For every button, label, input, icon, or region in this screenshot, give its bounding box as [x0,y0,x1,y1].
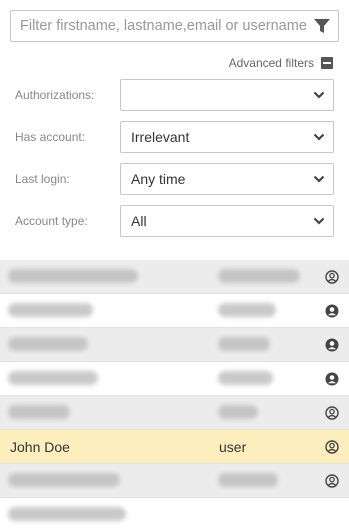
account-type-select[interactable]: All [120,205,334,237]
user-row[interactable] [0,362,349,396]
redacted-username [218,405,258,419]
user-row[interactable] [0,396,349,430]
user-circle-solid-icon [325,304,339,318]
user-row[interactable] [0,260,349,294]
redacted-name [8,405,70,419]
chevron-down-icon [313,133,325,141]
filter-authorizations: Authorizations: [0,79,349,111]
authorizations-select[interactable] [120,79,334,111]
user-name: John Doe [10,439,70,455]
last-login-value: Any time [131,171,186,187]
authorizations-label: Authorizations: [15,88,95,102]
redacted-username [218,337,270,351]
account-type-label: Account type: [15,214,88,228]
user-circle-outline-icon [325,270,339,284]
redacted-name [8,303,93,317]
user-circle-outline-icon [325,440,339,454]
user-row-selected[interactable]: John Doe user [0,430,349,464]
user-username: user [219,439,247,455]
chevron-down-icon [313,217,325,225]
has-account-value: Irrelevant [131,129,190,145]
redacted-username [218,473,278,487]
user-circle-outline-icon [325,406,339,420]
user-circle-solid-icon [325,338,339,352]
account-type-value: All [131,213,147,229]
redacted-name [8,269,138,283]
user-circle-solid-icon [325,372,339,386]
redacted-username [218,371,273,385]
redacted-username [218,303,276,317]
search-box [10,10,339,42]
has-account-label: Has account: [15,130,86,144]
filter-account-type: Account type: All [0,205,349,237]
user-row[interactable] [0,498,349,531]
user-row[interactable] [0,294,349,328]
redacted-username [218,269,300,283]
chevron-down-icon [313,175,325,183]
user-row[interactable] [0,328,349,362]
search-input[interactable] [11,11,307,41]
advanced-filters-label: Advanced filters [228,56,314,70]
redacted-name [8,371,98,385]
chevron-down-icon [313,91,325,99]
minus-square-icon [321,57,333,69]
advanced-filters-toggle[interactable]: Advanced filters [229,55,333,71]
redacted-name [8,507,126,521]
redacted-name [8,473,120,487]
filter-last-login: Last login: Any time [0,163,349,195]
last-login-label: Last login: [15,172,70,186]
has-account-select[interactable]: Irrelevant [120,121,334,153]
redacted-name [8,337,88,351]
last-login-select[interactable]: Any time [120,163,334,195]
user-row[interactable] [0,464,349,498]
user-circle-outline-icon [325,474,339,488]
filter-icon[interactable] [313,18,331,34]
filter-has-account: Has account: Irrelevant [0,121,349,153]
